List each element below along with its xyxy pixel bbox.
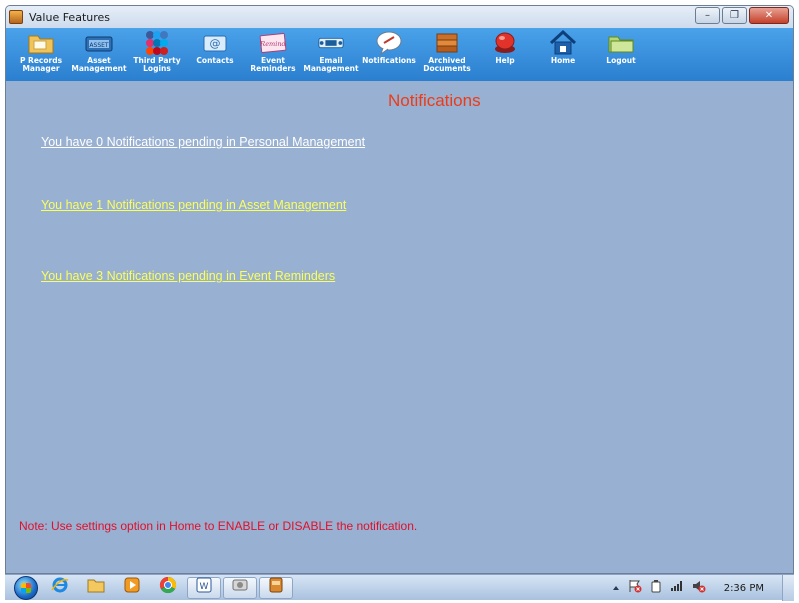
toolbar-label: Archived Documents <box>423 56 471 73</box>
help-icon <box>491 30 519 56</box>
folder-icon <box>27 30 55 56</box>
taskbar-clock[interactable]: 2:36 PM <box>724 583 764 594</box>
toolbar-email-management[interactable]: Email Management <box>302 28 360 81</box>
toolbar-label: Contacts <box>196 56 234 65</box>
taskbar: W 2:36 PM <box>5 574 794 601</box>
home-icon <box>549 30 577 56</box>
network-signal-icon[interactable] <box>670 579 684 597</box>
toolbar-label: Logout <box>606 56 636 65</box>
taskbar-explorer-button[interactable] <box>79 577 113 599</box>
start-button[interactable] <box>11 575 41 601</box>
toolbar-label: Email Management <box>303 56 359 73</box>
contacts-icon: @ <box>201 30 229 56</box>
notifications-panel: Notifications You have 0 Notifications p… <box>6 81 793 573</box>
asset-icon: ASSET <box>85 30 113 56</box>
title-bar[interactable]: Value Features – ❐ ✕ <box>6 6 793 28</box>
settings-note: Note: Use settings option in Home to ENA… <box>19 519 418 533</box>
logout-icon <box>607 30 635 56</box>
media-player-icon <box>123 576 141 599</box>
taskbar-ie-button[interactable] <box>43 577 77 599</box>
chrome-icon <box>159 576 177 599</box>
close-button[interactable]: ✕ <box>749 7 789 24</box>
page-title: Notifications <box>388 91 481 110</box>
window-title: Value Features <box>29 10 111 24</box>
notification-link-personal-management[interactable]: You have 0 Notifications pending in Pers… <box>41 135 365 149</box>
toolbar-event-reminders[interactable]: Remind Event Reminders <box>244 28 302 81</box>
toolbar-help[interactable]: Help <box>476 28 534 81</box>
toolbar-third-party-logins[interactable]: Third Party Logins <box>128 28 186 81</box>
value-features-icon <box>267 576 285 599</box>
toolbar-label: Event Reminders <box>250 56 296 73</box>
toolbar-logout[interactable]: Logout <box>592 28 650 81</box>
toolbar-label: Asset Management <box>71 56 127 73</box>
windows-logo-icon <box>14 575 38 600</box>
notification-link-event-reminders[interactable]: You have 3 Notifications pending in Even… <box>41 269 335 283</box>
notifications-icon <box>375 30 403 56</box>
toolbar-label: Notifications <box>362 56 416 65</box>
desktop-screen: Value Features – ❐ ✕ P Records Manager A… <box>0 0 799 603</box>
toolbar-label: Third Party Logins <box>133 56 181 73</box>
toolbar-p-records-manager[interactable]: P Records Manager <box>12 28 70 81</box>
system-tray: 2:36 PM <box>612 575 764 601</box>
taskbar-chrome-button[interactable] <box>151 576 185 599</box>
word-icon: W <box>195 576 213 599</box>
main-toolbar: P Records Manager ASSET Asset Management… <box>6 28 793 81</box>
toolbar-contacts[interactable]: @ Contacts <box>186 28 244 81</box>
app-icon <box>9 10 23 24</box>
power-icon[interactable] <box>650 579 662 598</box>
toolbar-asset-management[interactable]: ASSET Asset Management <box>70 28 128 81</box>
window-controls: – ❐ ✕ <box>695 7 789 24</box>
volume-muted-icon[interactable] <box>692 579 706 598</box>
toolbar-label: P Records Manager <box>19 56 63 73</box>
taskbar-app-button[interactable] <box>223 576 257 599</box>
show-hidden-icons-icon[interactable] <box>612 579 620 597</box>
archive-icon <box>433 30 461 56</box>
show-desktop-button[interactable] <box>782 575 794 601</box>
toolbar-notifications[interactable]: Notifications <box>360 28 418 81</box>
maximize-button[interactable]: ❐ <box>722 7 747 24</box>
svg-text:@: @ <box>210 37 221 50</box>
toolbar-home[interactable]: Home <box>534 28 592 81</box>
svg-text:Remind: Remind <box>259 40 285 48</box>
ie-icon <box>51 576 69 599</box>
svg-text:ASSET: ASSET <box>89 42 109 49</box>
social-icons-icon <box>143 30 171 56</box>
taskbar-word-button[interactable]: W <box>187 576 221 599</box>
taskbar-value-features-button[interactable] <box>259 576 293 599</box>
taskbar-media-player-button[interactable] <box>115 577 149 599</box>
email-icon <box>317 30 345 56</box>
svg-text:W: W <box>200 582 209 592</box>
action-center-icon[interactable] <box>628 579 642 598</box>
notification-link-asset-management[interactable]: You have 1 Notifications pending in Asse… <box>41 198 346 212</box>
explorer-icon <box>87 577 105 598</box>
toolbar-label: Home <box>550 56 576 65</box>
reminder-icon: Remind <box>259 30 287 56</box>
minimize-button[interactable]: – <box>695 7 720 24</box>
app-window: Value Features – ❐ ✕ P Records Manager A… <box>5 5 794 574</box>
toolbar-archived-documents[interactable]: Archived Documents <box>418 28 476 81</box>
toolbar-label: Help <box>495 56 515 65</box>
app-icon <box>231 576 249 599</box>
